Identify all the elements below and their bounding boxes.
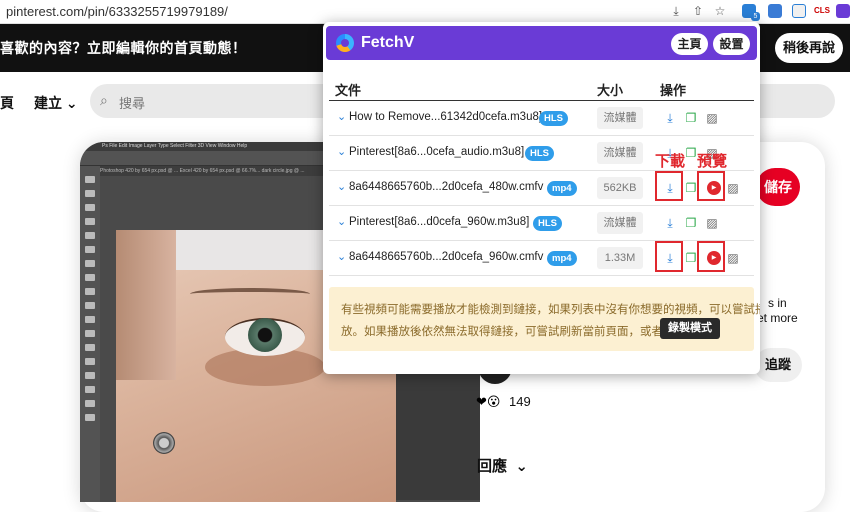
ps-toolbar [80,166,100,502]
annotation-box-download [655,241,683,272]
record-mode-button[interactable]: 錄製模式 [660,318,720,339]
chevron-down-icon: ⌄ [65,95,78,111]
nav-home[interactable]: 頁 [0,93,14,113]
annotation-download-label: 下載 [655,153,686,170]
file-name: Pinterest[8a6...d0cefa_960w.m3u8] [349,216,530,228]
copy-icon[interactable]: ❐ [683,215,699,231]
later-button[interactable]: 稍後再說 [775,33,843,63]
file-size: 562KB [597,177,643,199]
file-name: Pinterest[8a6...0cefa_audio.m3u8] [349,146,525,158]
fetchv-popup: FetchV 主頁 設置 文件 大小 操作 ⌄ How to Remove...… [323,22,760,374]
chevron-down-icon[interactable]: ⌄ [337,250,346,263]
save-button[interactable]: 儲存 [756,168,800,206]
description-snippet[interactable]: et more [757,311,798,325]
settings-button[interactable]: 設置 [713,33,750,55]
media-row[interactable]: ⌄ How to Remove...61342d0cefa.m3u8] HLS … [329,101,754,136]
home-button[interactable]: 主頁 [671,33,708,55]
star-icon[interactable]: ☆ [712,3,728,19]
camera-off-icon[interactable]: ▨ [704,215,720,231]
chevron-down-icon[interactable]: ⌄ [337,215,346,228]
format-badge: HLS [525,146,554,161]
search-placeholder: 搜尋 [119,96,146,111]
file-size: 1.33M [597,247,643,269]
camera-off-icon[interactable]: ▨ [704,110,720,126]
description-snippet: s in [768,296,787,310]
column-header-size: 大小 [597,83,624,98]
column-header-file: 文件 [335,83,362,98]
extension-badge: 5 [751,12,760,21]
photo-earring [153,432,175,454]
media-row[interactable]: ⌄ 8a6448665760b...2d0cefa_960w.cmfv mp4 … [329,241,754,276]
extension-icon[interactable] [836,4,850,18]
photo-hair [116,230,176,380]
copy-icon[interactable]: ❐ [683,110,699,126]
chevron-down-icon: ⌄ [515,458,528,475]
notice-text-line-2: 放。如果播放後依然無法取得鏈接，可嘗試刷新當前頁面，或者使用 [341,326,686,338]
comments-toggle[interactable]: 回應 ⌄ [477,455,528,476]
nav-create[interactable]: 建立 ⌄ [34,93,78,113]
annotation-box-preview [697,171,725,201]
camera-off-icon[interactable]: ▨ [725,250,741,266]
file-size: 流媒體 [597,212,643,234]
column-header-action: 操作 [660,83,687,98]
reaction-count: 149 [509,394,531,409]
annotation-preview-label: 預覽 [697,153,728,170]
nav-create-label: 建立 [34,95,62,111]
extension-icon[interactable] [768,4,782,18]
camera-off-icon[interactable]: ▨ [725,180,741,196]
media-row[interactable]: ⌄ Pinterest[8a6...d0cefa_960w.m3u8] HLS … [329,206,754,241]
fetchv-header: FetchV 主頁 設置 [326,26,757,60]
file-size: 流媒體 [597,142,643,164]
comments-label: 回應 [477,458,508,475]
fetchv-title: FetchV [361,34,415,51]
extension-icon[interactable] [792,4,806,18]
notice-box: 有些視頻可能需要播放才能檢測到鏈接，如果列表中沒有你想要的視頻，可以嘗試播 放。… [329,287,760,351]
chevron-down-icon[interactable]: ⌄ [337,180,346,193]
format-badge: mp4 [547,181,577,196]
download-icon[interactable]: ⤓ [668,3,684,19]
chevron-down-icon[interactable]: ⌄ [337,110,346,123]
reaction-icons[interactable]: ❤😮 [476,394,500,410]
banner-text: 喜歡的內容？立即編輯你的首頁動態！ [0,40,247,56]
media-row[interactable]: ⌄ Pinterest[8a6...0cefa_audio.m3u8] HLS … [329,136,754,171]
search-icon: ⌕ [100,92,108,108]
url-bar[interactable]: pinterest.com/pin/6333255719979189/ [6,4,228,19]
annotation-box-preview [697,241,725,272]
notice-text-line-1: 有些視頻可能需要播放才能檢測到鏈接，如果列表中沒有你想要的視頻，可以嘗試播 [341,304,760,316]
file-name: 8a6448665760b...2d0cefa_480w.cmfv [349,181,544,193]
format-badge: mp4 [547,251,577,266]
chevron-down-icon[interactable]: ⌄ [337,145,346,158]
file-name: 8a6448665760b...2d0cefa_960w.cmfv [349,251,544,263]
photo-eyebrow [190,288,310,300]
follow-button[interactable]: 追蹤 [754,348,802,382]
browser-toolbar: pinterest.com/pin/6333255719979189/ ⤓ ⇧ … [0,0,850,24]
download-icon[interactable]: ⤓ [662,110,678,126]
fetchv-logo-icon [336,34,354,52]
media-row[interactable]: ⌄ 8a6448665760b...2d0cefa_480w.cmfv mp4 … [329,171,754,206]
format-badge: HLS [539,111,568,126]
photo-iris [248,318,282,352]
download-icon[interactable]: ⤓ [662,215,678,231]
file-size: 流媒體 [597,107,643,129]
cls-extension-icon[interactable]: CLS [814,4,830,18]
format-badge: HLS [533,216,562,231]
file-name: How to Remove...61342d0cefa.m3u8] [349,111,543,123]
annotation-box-download [655,171,683,201]
share-icon[interactable]: ⇧ [690,3,706,19]
